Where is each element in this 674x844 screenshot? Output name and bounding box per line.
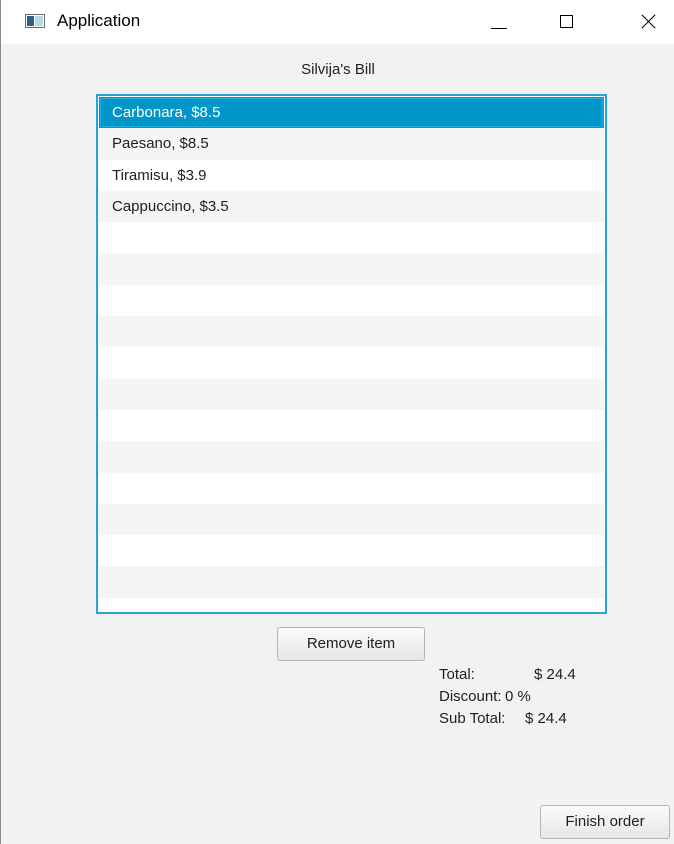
title-bar[interactable]: Application: [1, 0, 674, 44]
empty-list-row: [99, 284, 604, 317]
remove-item-button[interactable]: Remove item: [277, 627, 425, 661]
empty-list-row: [99, 378, 604, 410]
discount-value: 0 %: [505, 688, 531, 705]
empty-list-row: [99, 503, 604, 536]
window-title: Application: [57, 11, 141, 30]
empty-list-row: [99, 222, 604, 254]
subtotal-row: Sub Total: $ 24.4: [439, 708, 576, 730]
empty-list-row: [99, 253, 604, 285]
app-window-icon: [25, 14, 45, 28]
list-item[interactable]: Cappuccino, $3.5: [99, 190, 604, 223]
total-row: Total: $ 24.4: [439, 664, 576, 686]
list-item[interactable]: Tiramisu, $3.9: [99, 159, 604, 191]
total-label: Total:: [439, 666, 475, 683]
minimize-icon[interactable]: [479, 0, 525, 44]
subtotal-label: Sub Total:: [439, 710, 506, 727]
bill-summary: Total: $ 24.4 Discount: 0 % Sub Total: $ 24…: [439, 664, 576, 730]
order-items-list-body[interactable]: Carbonara, $8.5 Paesano, $8.5 Tiramisu, $3…: [99, 97, 604, 611]
bill-title: Silvija's Bill: [301, 61, 375, 78]
empty-list-row: [99, 566, 604, 598]
discount-label: Discount:: [439, 688, 502, 705]
empty-list-row: [99, 535, 604, 567]
finish-order-button[interactable]: Finish order: [540, 805, 670, 839]
empty-list-row: [99, 441, 604, 473]
order-items-list[interactable]: Carbonara, $8.5 Paesano, $8.5 Tiramisu, $3…: [96, 94, 607, 614]
total-value: $ 24.4: [534, 666, 576, 683]
empty-list-row: [99, 472, 604, 504]
maximize-icon[interactable]: [547, 0, 593, 44]
empty-list-row: [99, 409, 604, 442]
empty-list-row: [99, 347, 604, 379]
close-icon[interactable]: [628, 0, 674, 44]
app-window: Application Silvija's Bill Carbonara, $8…: [0, 0, 674, 844]
list-item[interactable]: Carbonara, $8.5: [99, 97, 604, 129]
empty-list-row: [99, 316, 604, 348]
list-item[interactable]: Paesano, $8.5: [99, 128, 604, 160]
empty-list-row: [99, 597, 604, 611]
discount-row: Discount: 0 %: [439, 686, 576, 708]
subtotal-value: $ 24.4: [525, 710, 567, 727]
